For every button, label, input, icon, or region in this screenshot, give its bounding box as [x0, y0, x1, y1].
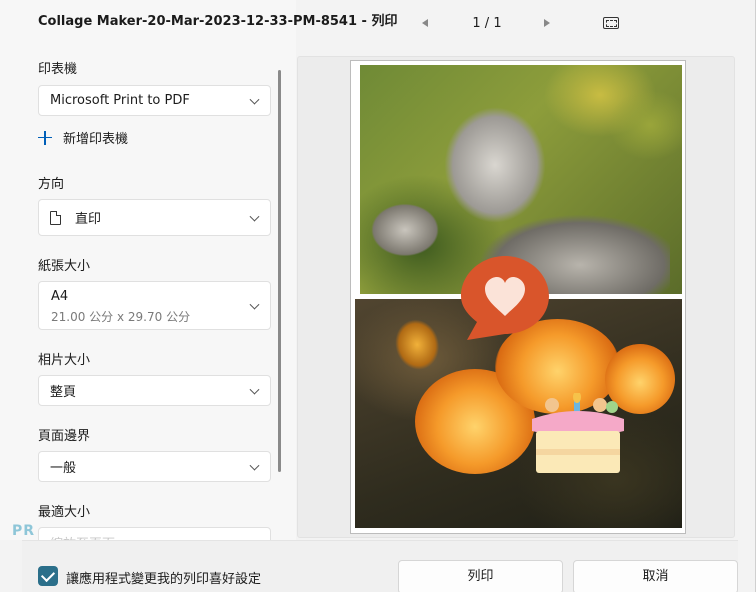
photo-size-dropdown[interactable]: 整頁 [38, 375, 271, 406]
cancel-button[interactable]: 取消 [573, 560, 738, 592]
paper-size-dropdown[interactable]: A4 21.00 公分 x 29.70 公分 [38, 281, 271, 330]
paper-size-label: 紙張大小 [38, 259, 91, 274]
paper-size-value: A4 [51, 289, 69, 304]
preferences-checkbox[interactable] [38, 566, 58, 586]
orientation-value: 直印 [75, 212, 102, 227]
margins-value: 一般 [50, 461, 77, 476]
chevron-down-icon [249, 94, 260, 105]
fit-label: 最適大小 [38, 505, 91, 520]
orientation-dropdown[interactable]: 直印 [38, 199, 271, 236]
watermark-logo: PR [12, 523, 36, 539]
chevron-down-icon [249, 211, 260, 222]
fit-to-window-icon[interactable] [603, 17, 619, 29]
photo-size-value: 整頁 [50, 385, 77, 400]
page-indicator: 1 / 1 [472, 16, 502, 31]
margins-dropdown[interactable]: 一般 [38, 451, 271, 482]
orientation-label: 方向 [38, 177, 65, 192]
printer-label: 印表機 [38, 62, 78, 77]
chevron-down-icon [249, 384, 260, 395]
printer-value: Microsoft Print to PDF [50, 93, 190, 108]
window-title: Collage Maker-20-Mar-2023-12-33-PM-8541 … [38, 14, 398, 29]
photo-size-label: 相片大小 [38, 353, 91, 368]
printer-dropdown[interactable]: Microsoft Print to PDF [38, 85, 271, 116]
chevron-down-icon [249, 460, 260, 471]
cat-paw-image [360, 195, 450, 265]
document-icon [50, 210, 61, 225]
previous-page-icon[interactable] [422, 19, 428, 27]
paper-size-detail: 21.00 公分 x 29.70 公分 [51, 310, 191, 324]
add-printer-link[interactable]: 新增印表機 [38, 128, 128, 147]
heart-bubble-sticker [461, 256, 549, 340]
birthday-cake-sticker [532, 393, 624, 473]
margins-label: 頁面邊界 [38, 429, 91, 444]
settings-scrollbar[interactable] [278, 70, 281, 472]
next-page-icon[interactable] [544, 19, 550, 27]
chevron-down-icon [249, 299, 260, 310]
add-printer-label: 新增印表機 [63, 132, 129, 147]
print-button[interactable]: 列印 [398, 560, 563, 592]
plus-icon [38, 130, 52, 145]
print-dialog: Collage Maker-20-Mar-2023-12-33-PM-8541 … [0, 0, 756, 592]
preferences-checkbox-label: 讓應用程式變更我的列印喜好設定 [66, 572, 262, 587]
